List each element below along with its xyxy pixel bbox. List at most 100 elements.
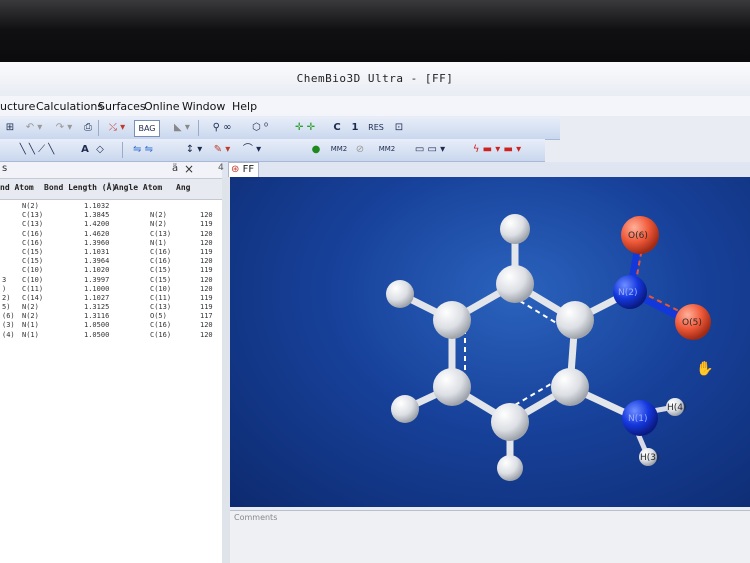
eraser-icon[interactable]: ◇ [94, 142, 106, 157]
table-row[interactable]: (4) N(1) 1.0500 C(16) 120 [0, 331, 222, 340]
table-row[interactable]: (3) N(1) 1.0500 C(16) 120 [0, 321, 222, 330]
translate-tools[interactable]: ✛ ✛ [284, 120, 326, 135]
table-cell: C(15) [22, 257, 44, 266]
move-tool[interactable]: ↕ ▾ [184, 142, 204, 157]
camera-icon[interactable]: ⊡ [392, 120, 406, 135]
print-icon[interactable]: ⎙ [82, 120, 94, 135]
carbon-atom[interactable] [433, 368, 471, 406]
table-cell: C(14) [22, 293, 44, 302]
table-cell: 120 [200, 321, 213, 330]
table-row[interactable]: C(15) 1.1031 C(16) 119 [0, 248, 222, 257]
table-cell: C(13) [22, 220, 44, 229]
stop-icon[interactable]: ⊘ [354, 142, 366, 157]
fit-tools[interactable]: ⬡ ⁰ [246, 120, 274, 135]
table-row[interactable]: ) C(11) 1.1000 C(10) 120 [0, 285, 222, 294]
tab-ff[interactable]: ⊛ FF [228, 162, 260, 178]
table-cell: C(10) [22, 275, 44, 284]
panel-splitter[interactable] [222, 177, 230, 563]
panel-title: s [2, 163, 8, 174]
table-row[interactable]: C(15) 1.3964 C(16) 120 [0, 257, 222, 266]
column-header[interactable]: Bond Length (Å) [44, 183, 116, 192]
table-cell: 1.4620 [84, 229, 110, 238]
table-row[interactable]: N(2) 1.1032 [0, 202, 222, 211]
table-cell: C(16) [150, 247, 172, 256]
hydrogen-atom[interactable] [497, 455, 523, 481]
text-tool-button[interactable]: A [80, 142, 90, 157]
measure-tool[interactable]: ⌒ ▾ [242, 142, 262, 157]
serial-1-button[interactable]: 1 [350, 120, 360, 135]
carbon-atom[interactable] [551, 368, 589, 406]
table-row[interactable]: C(16) 1.3960 N(1) 120 [0, 239, 222, 248]
carbon-atom[interactable] [433, 301, 471, 339]
table-cell: 1.3997 [84, 275, 110, 284]
table-cell: C(11) [22, 284, 44, 293]
molecule-viewer[interactable]: O(6) N(2) O(5) N(1) H(4) H(3) ✋ [230, 177, 750, 507]
res-button[interactable]: RES [366, 120, 386, 135]
table-row[interactable]: C(16) 1.4620 C(13) 120 [0, 230, 222, 239]
pin-icon[interactable]: ä [172, 163, 178, 174]
table-cell: C(15) [150, 275, 172, 284]
hydrogen-atom[interactable] [391, 395, 419, 423]
table-cell: N(2) [22, 202, 39, 210]
hydrogen-atom[interactable] [500, 214, 530, 244]
table-row[interactable]: C(13) 1.4200 N(2) 119 [0, 220, 222, 229]
table-cell: N(1) [22, 321, 39, 330]
table-cell: C(15) [22, 247, 44, 256]
carbon-atom[interactable] [556, 301, 594, 339]
menu-calculations[interactable]: Calculations [36, 100, 103, 113]
redo-button[interactable]: ↷ ▾ [50, 120, 78, 135]
comments-label: Comments [234, 513, 278, 522]
carbon-atom[interactable] [491, 403, 529, 441]
tab-number: 4 [218, 163, 224, 173]
menu-structure[interactable]: ucture [0, 100, 35, 113]
color-select[interactable]: ◣ ▾ [170, 120, 194, 135]
menu-window[interactable]: Window [182, 100, 225, 113]
dipole-tools[interactable]: ϟ ▬ ▾ ▬ ▾ [462, 142, 532, 157]
view-tools[interactable]: ⚲ ∞ [204, 120, 240, 135]
column-header[interactable]: Angle Atom [114, 183, 162, 192]
table-cell: 120 [200, 211, 213, 220]
hydrogen-atom[interactable] [386, 280, 414, 308]
undo-button[interactable]: ↶ ▾ [20, 120, 48, 135]
table-row[interactable]: C(13) 1.3845 N(2) 120 [0, 211, 222, 220]
table-cell: 1.3845 [84, 211, 110, 220]
close-icon[interactable]: × [184, 162, 194, 176]
window-title: ChemBio3D Ultra - [FF] [0, 62, 750, 96]
table-row[interactable]: 2) C(14) 1.1027 C(11) 119 [0, 294, 222, 303]
bond-tool-icon[interactable]: ⤯ ▾ [104, 120, 130, 135]
table-cell: 119 [200, 303, 213, 312]
app-window: ChemBio3D Ultra - [FF] ucture Calculatio… [0, 62, 750, 563]
table-row[interactable]: (6) N(2) 1.3116 O(5) 117 [0, 312, 222, 321]
table-cell: 119 [200, 247, 213, 256]
table-cell: 1.1031 [84, 247, 110, 256]
mm2-minimize-button[interactable]: MM2 [376, 142, 398, 157]
table-cell: C(13) [22, 211, 44, 220]
table-cell: 119 [200, 220, 213, 229]
mm2-button[interactable]: MM2 [328, 142, 350, 157]
table-row[interactable]: C(10) 1.1020 C(15) 119 [0, 266, 222, 275]
comments-box[interactable]: Comments [230, 510, 750, 563]
play-icon[interactable]: ● [310, 142, 322, 157]
spectrum-tools[interactable]: ▭ ▭ ▾ [400, 142, 460, 157]
column-header[interactable]: Ang [176, 183, 190, 192]
menu-online[interactable]: Online [144, 100, 179, 113]
menu-help[interactable]: Help [232, 100, 257, 113]
table-cell: 120 [200, 229, 213, 238]
rotate-tools[interactable]: ⇋ ⇋ [128, 142, 158, 157]
bond-drawing-tools[interactable]: ╲ ╲ ⟋ ╲ [2, 142, 72, 157]
table-cell: N(2) [22, 303, 39, 312]
model-style-select[interactable]: BAG [134, 120, 160, 137]
carbon-atom[interactable] [496, 265, 534, 303]
paint-tool[interactable]: ✎ ▾ [206, 142, 238, 157]
table-cell: C(16) [22, 229, 44, 238]
table-row[interactable]: 3 C(10) 1.3997 C(15) 120 [0, 276, 222, 285]
secondary-toolbar: ╲ ╲ ⟋ ╲ A ◇ ⇋ ⇋ ↕ ▾ ✎ ▾ ⌒ ▾ ● MM2 ⊘ MM2 … [0, 139, 545, 162]
table-row[interactable]: 5) N(2) 1.3125 C(13) 119 [0, 303, 222, 312]
table-cell: 1.3116 [84, 312, 110, 321]
element-c-button[interactable]: C [330, 120, 344, 135]
table-cell: 120 [200, 275, 213, 284]
menu-surfaces[interactable]: Surfaces [98, 100, 146, 113]
column-header[interactable]: nd Atom [0, 183, 34, 192]
table-header: nd Atom Bond Length (Å) Angle Atom Ang [0, 179, 222, 200]
select-icon[interactable]: ⊞ [4, 120, 16, 135]
